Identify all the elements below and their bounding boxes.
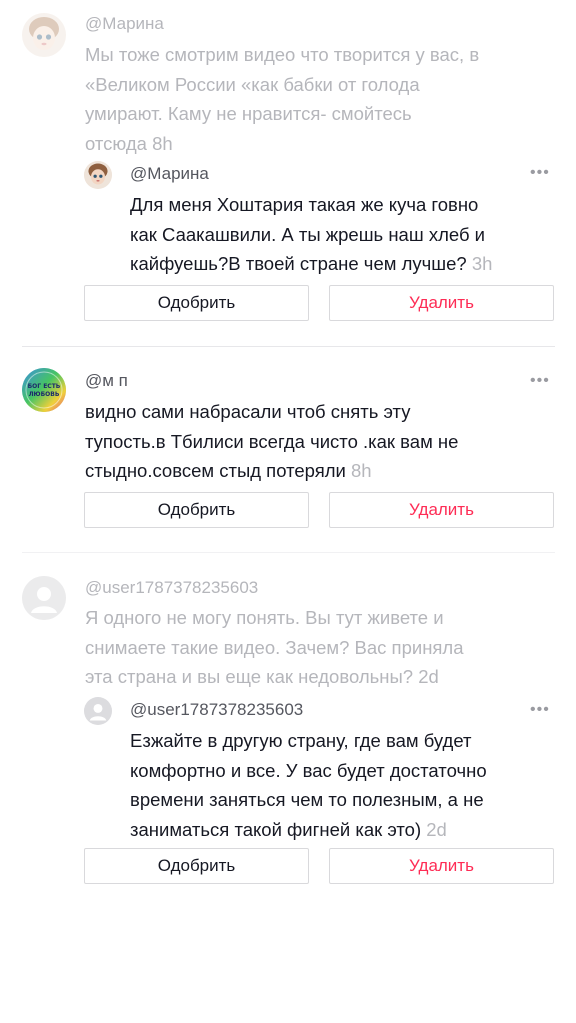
divider [22,552,555,553]
reply-username[interactable]: @user1787378235603 [130,700,303,720]
approve-button[interactable]: Одобрить [84,492,309,528]
comment-line: «Великом России «как бабки от голода [85,73,420,95]
reply-timestamp: 2d [426,818,447,840]
comment-timestamp: 8h [351,460,372,481]
divider [22,346,555,347]
comment-username[interactable]: @Марина [85,14,164,34]
comment-line: отсюда 8h [85,129,555,159]
avatar[interactable]: БОГ ЕСТЬ ЛЮБОВЬ [22,368,66,412]
reply-text: Езжайте в другую страну, где вам будет к… [130,726,555,844]
delete-button[interactable]: Удалить [329,848,554,884]
comment-timestamp: 2d [418,666,439,687]
reply-username[interactable]: @Марина [130,164,209,184]
comment-line: эта страна и вы еще как недовольны? 2d [85,662,555,692]
delete-button[interactable]: Удалить [329,285,554,321]
ellipsis-icon[interactable]: ••• [530,373,550,389]
comment-username[interactable]: @м п [85,371,128,391]
comment-line: Я одного не могу понять. Вы тут живете и [85,607,444,628]
avatar[interactable] [84,697,112,725]
comment-username[interactable]: @user1787378235603 [85,578,258,598]
reply-timestamp: 3h [471,253,493,274]
default-user-icon [22,576,66,620]
comment-last-line: стыдно.совсем стыд потеряли [85,460,346,481]
reply-line: Для меня Хоштария такая же куча говно [130,194,479,215]
avatar[interactable] [22,13,66,57]
reply-line: кайфуешь?В твоей стране чем лучше? 3h [130,249,555,279]
avatar-text: БОГ ЕСТЬ [28,383,61,390]
reply-line: комфортно и все. У вас будет достаточно [130,759,487,781]
comment-text: видно сами набрасали чтоб снять эту тупо… [85,397,555,486]
delete-button[interactable]: Удалить [329,492,554,528]
badge-avatar-icon: БОГ ЕСТЬ ЛЮБОВЬ [22,368,66,412]
approve-button[interactable]: Одобрить [84,285,309,321]
comment-line: снимаете такие видео. Зачем? Вас приняла [85,636,464,658]
ellipsis-icon[interactable]: ••• [530,165,550,181]
ellipsis-icon[interactable]: ••• [530,702,550,718]
reply-line: Езжайте в другую страну, где вам будет [130,730,472,751]
reply-text: Для меня Хоштария такая же куча говно ка… [130,190,555,279]
doll-avatar-icon [22,13,66,57]
comment-last-line: эта страна и вы еще как недовольны? [85,666,414,687]
avatar[interactable] [22,576,66,620]
comment-last-line: отсюда [85,132,147,154]
default-user-icon [84,697,112,725]
comment-line: Мы тоже смотрим видео что творится у вас… [85,44,480,65]
comment-line: тупость.в Тбилиси всегда чисто .как вам … [85,430,459,452]
comment-line: стыдно.совсем стыд потеряли 8h [85,456,555,486]
doll-avatar-icon [84,161,112,189]
reply-line: как Саакашвили. А ты жрешь наш хлеб и [130,223,486,245]
reply-line: времени заняться чем то полезным, а не [130,789,484,810]
approve-button[interactable]: Одобрить [84,848,309,884]
comment-text: Я одного не могу понять. Вы тут живете и… [85,603,555,692]
avatar-text: ЛЮБОВЬ [29,391,60,398]
reply-last-line: заниматься такой фигней как это) [130,818,422,840]
comment-text: Мы тоже смотрим видео что творится у вас… [85,40,555,158]
reply-line: заниматься такой фигней как это) 2d [130,815,555,845]
reply-last-line: кайфуешь?В твоей стране чем лучше? [130,253,467,274]
comment-line: видно сами набрасали чтоб снять эту [85,401,411,422]
comment-timestamp: 8h [152,132,173,154]
avatar[interactable] [84,161,112,189]
comment-line: умирают. Каму не нравится- смойтесь [85,103,412,124]
